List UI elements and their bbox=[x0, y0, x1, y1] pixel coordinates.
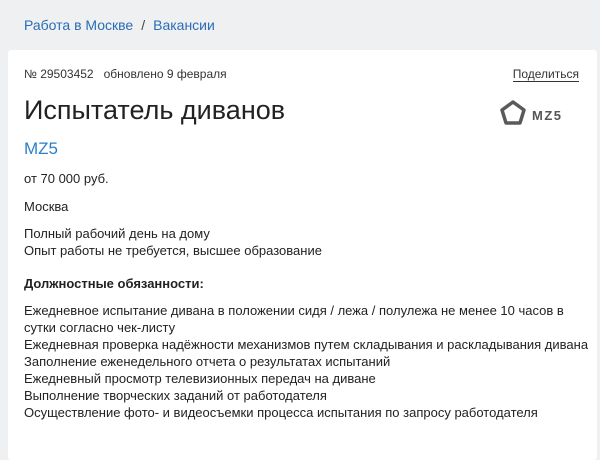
duty-item: Осуществление фото- и видеосъемки процес… bbox=[24, 405, 538, 420]
condition-item: Опыт работы не требуется, высшее образов… bbox=[24, 243, 322, 258]
share-link[interactable]: Поделиться bbox=[512, 67, 579, 82]
duty-item: Выполнение творческих заданий от работод… bbox=[24, 388, 327, 403]
condition-item: Полный рабочий день на дому bbox=[24, 226, 210, 241]
duty-item: Ежедневная проверка надёжности механизмо… bbox=[24, 337, 589, 352]
city: Москва bbox=[24, 199, 69, 214]
vacancy-number: № 29503452 bbox=[24, 67, 94, 81]
breadcrumb-separator: / bbox=[141, 17, 146, 33]
breadcrumb-link-vacancies[interactable]: Вакансии bbox=[153, 17, 215, 33]
duties-heading: Должностные обязанности: bbox=[24, 276, 204, 291]
employment-conditions: Полный рабочий день на дому Опыт работы … bbox=[24, 225, 322, 259]
duties-list: Ежедневное испытание дивана в положении … bbox=[24, 302, 589, 421]
company-link[interactable]: MZ5 bbox=[24, 139, 58, 159]
duty-item: Ежедневное испытание дивана в положении … bbox=[24, 303, 564, 335]
breadcrumb: Работа в Москве / Вакансии bbox=[24, 16, 215, 34]
duty-item: Ежедневный просмотр телевизионных переда… bbox=[24, 371, 376, 386]
salary: от 70 000 руб. bbox=[24, 171, 109, 186]
vacancy-title: Испытатель диванов bbox=[24, 95, 286, 125]
company-logo-text: MZ5 bbox=[532, 108, 563, 123]
vacancy-meta: № 29503452 обновлено 9 февраля bbox=[24, 67, 227, 81]
duty-item: Заполнение еженедельного отчета о резуль… bbox=[24, 354, 391, 369]
vacancy-updated-date: обновлено 9 февраля bbox=[103, 67, 227, 81]
pentagon-logo-icon bbox=[500, 100, 526, 131]
vacancy-card: № 29503452 обновлено 9 февраля Поделиться… bbox=[8, 50, 597, 460]
company-logo[interactable]: MZ5 bbox=[500, 100, 563, 131]
breadcrumb-link-moscow-jobs[interactable]: Работа в Москве bbox=[24, 17, 133, 33]
